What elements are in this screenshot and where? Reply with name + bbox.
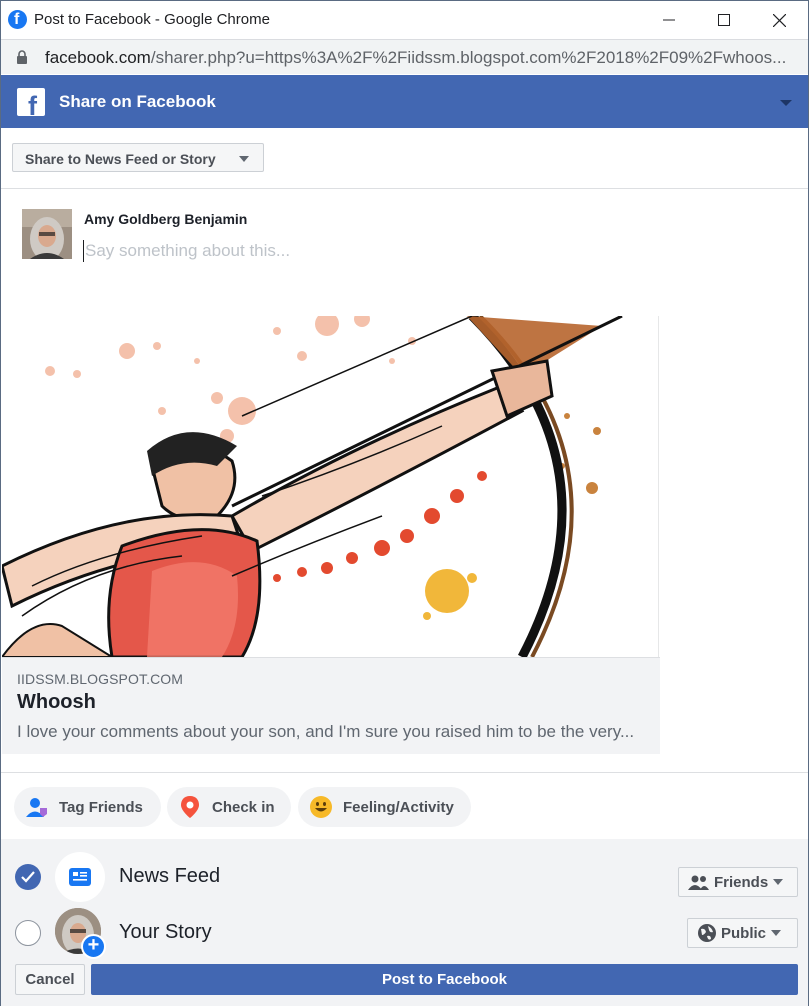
add-story-plus-icon: + [81,934,106,959]
feeling-activity-label: Feeling/Activity [343,798,454,816]
maximize-icon [718,14,730,26]
close-icon [772,13,786,27]
news-feed-icon [55,852,105,902]
share-target-dropdown[interactable]: Share to News Feed or Story [12,143,264,172]
divider [1,188,808,189]
post-to-facebook-button[interactable]: Post to Facebook [91,964,798,995]
friends-icon [688,875,709,890]
avatar [22,209,72,259]
browser-window: f Post to Facebook - Google Chrome faceb… [0,0,809,1006]
news-feed-privacy-dropdown[interactable]: Friends [678,867,798,897]
facebook-logo-icon: f [17,88,45,116]
share-dialog-header: f Share on Facebook [1,75,808,128]
header-menu-caret-icon[interactable] [780,100,792,106]
link-preview-image[interactable] [2,316,659,657]
maximize-button[interactable] [696,1,752,39]
divider [1,772,808,773]
tag-friends-button[interactable]: Tag Friends [14,787,161,827]
post-message-input[interactable] [83,240,783,262]
checkmark-icon [21,871,35,883]
check-in-button[interactable]: Check in [167,787,291,827]
story-privacy-label: Public [721,924,767,942]
tag-friends-icon [25,795,49,819]
smiley-icon [309,795,333,819]
link-description: I love your comments about your son, and… [17,722,635,741]
chevron-down-icon [773,879,784,885]
story-privacy-dropdown[interactable]: Public [687,918,798,948]
title-bar: f Post to Facebook - Google Chrome [1,1,808,39]
dialog-title: Share on Facebook [59,92,216,111]
url-text[interactable]: facebook.com/sharer.php?u=https%3A%2F%2F… [45,48,795,68]
window-title: Post to Facebook - Google Chrome [34,11,270,28]
news-feed-checkbox[interactable] [15,864,41,890]
lock-icon [17,50,27,64]
facebook-favicon-icon: f [8,10,27,29]
url-path: /sharer.php?u=https%3A%2F%2Fiidssm.blogs… [150,48,787,67]
news-feed-privacy-label: Friends [714,873,769,891]
url-host: facebook.com [45,48,151,67]
link-preview-meta[interactable]: IIDSSM.BLOGSPOT.COM Whoosh I love your c… [2,657,660,754]
chevron-down-icon [239,156,249,162]
news-feed-label: News Feed [119,865,221,887]
link-title: Whoosh [17,691,96,713]
check-in-label: Check in [212,798,275,816]
chevron-down-icon [771,930,782,936]
tag-friends-label: Tag Friends [59,798,143,816]
globe-icon [698,924,716,942]
location-pin-icon [178,795,202,819]
user-name: Amy Goldberg Benjamin [84,211,248,227]
minimize-icon [663,19,675,21]
address-bar[interactable]: facebook.com/sharer.php?u=https%3A%2F%2F… [1,39,808,74]
minimize-button[interactable] [641,1,697,39]
feeling-activity-button[interactable]: Feeling/Activity [298,787,471,827]
cancel-button[interactable]: Cancel [15,964,85,995]
close-button[interactable] [751,1,807,39]
your-story-label: Your Story [119,921,212,943]
link-domain: IIDSSM.BLOGSPOT.COM [17,671,184,687]
share-target-label: Share to News Feed or Story [25,151,216,167]
your-story-checkbox[interactable] [15,920,41,946]
